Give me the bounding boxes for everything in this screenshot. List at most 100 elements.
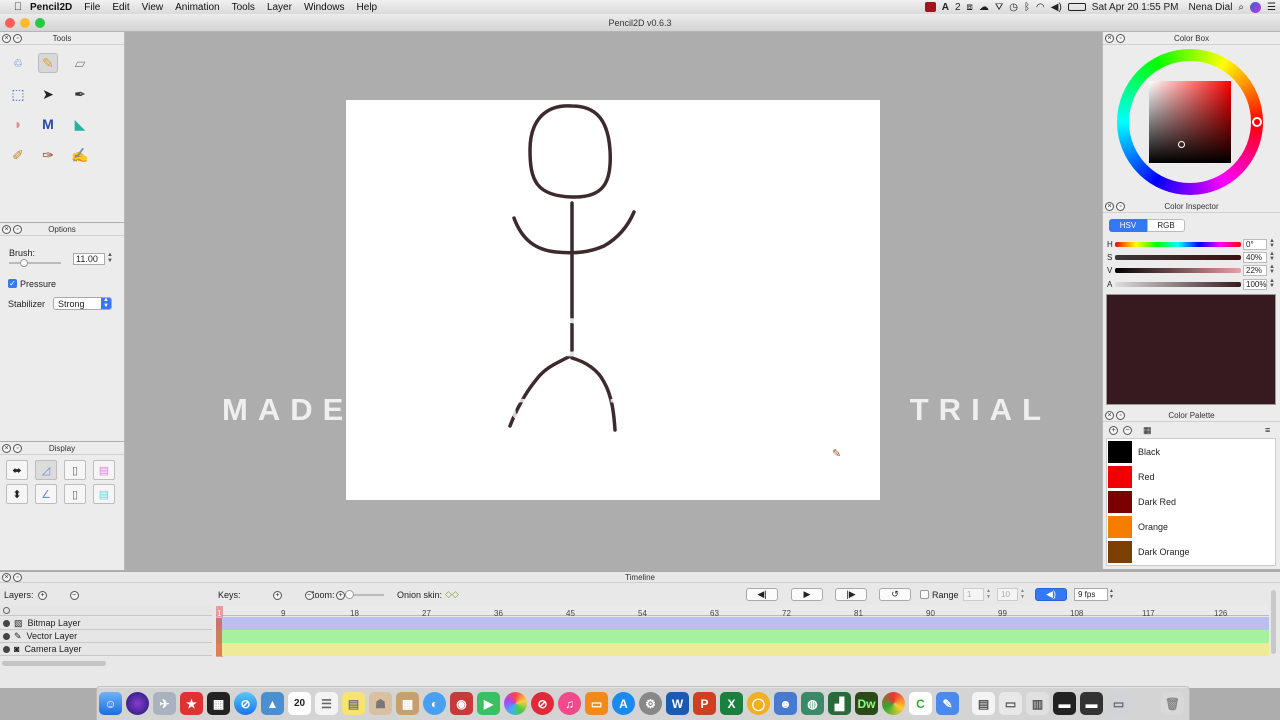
menu-windows[interactable]: Windows — [298, 2, 351, 13]
hue-stepper[interactable]: ▲ ▼ — [1269, 238, 1275, 249]
menu-tools[interactable]: Tools — [226, 2, 261, 13]
alpha-stepper[interactable]: ▲ ▼ — [1269, 278, 1275, 289]
bucket-tool-icon[interactable]: ◣ — [70, 114, 90, 134]
menu-help[interactable]: Help — [351, 2, 384, 13]
system-preferences-icon[interactable]: ⚙ — [639, 692, 662, 715]
range-start-input[interactable]: 1 — [963, 588, 984, 601]
panel-close-icon[interactable]: × — [2, 224, 11, 234]
apple-menu-icon[interactable]:  — [10, 0, 26, 14]
onion-next-icon[interactable]: ▯ — [64, 484, 86, 504]
play-icon[interactable]: ▶ — [791, 588, 823, 601]
layer-row-bitmap[interactable]: ▧ Bitmap Layer — [0, 617, 212, 630]
app-store-icon[interactable]: A — [612, 692, 635, 715]
remove-key-icon[interactable]: − — [304, 591, 314, 600]
reminders-icon[interactable]: ☰ — [315, 692, 338, 715]
menu-view[interactable]: View — [136, 2, 170, 13]
alpha-value[interactable]: 100% — [1243, 279, 1267, 290]
range-checkbox[interactable] — [920, 590, 929, 599]
document-icon[interactable]: ▤ — [972, 692, 995, 715]
panel-float-icon[interactable]: ◦ — [13, 443, 22, 453]
battery-icon[interactable] — [1067, 3, 1086, 11]
wifi-icon[interactable]: ◠ — [1036, 2, 1045, 13]
safari-icon[interactable]: ⊘ — [234, 692, 257, 715]
frame-ruler[interactable] — [216, 605, 1269, 616]
zoom-window-button[interactable] — [35, 18, 45, 28]
excel-icon[interactable]: X — [720, 692, 743, 715]
finder-icon[interactable]: ☺ — [99, 692, 122, 715]
books-icon[interactable]: ▭ — [585, 692, 608, 715]
clock-text[interactable]: Sat Apr 20 1:55 PM — [1092, 2, 1179, 13]
keyframe-frame-1[interactable] — [216, 618, 222, 656]
brush-size-input[interactable]: 11.00 — [73, 253, 105, 265]
onion-prev-icon[interactable]: ▯ — [64, 460, 86, 480]
palette-item[interactable]: Red — [1108, 465, 1276, 489]
dreamweaver-icon[interactable]: Dw — [855, 692, 878, 715]
sv-picker-handle[interactable] — [1178, 141, 1185, 148]
camtasia-icon[interactable]: C — [909, 692, 932, 715]
menu-app-name[interactable]: Pencil2D — [26, 2, 78, 13]
hue-value[interactable]: 0° — [1243, 239, 1267, 250]
layer-row-vector[interactable]: ✎ Vector Layer — [0, 630, 212, 643]
saturation-slider[interactable] — [1115, 255, 1241, 260]
menu-layer[interactable]: Layer — [261, 2, 298, 13]
value-stepper[interactable]: ▲ ▼ — [1269, 264, 1275, 275]
layer-track-bitmap[interactable] — [216, 617, 1269, 630]
visibility-icon[interactable] — [3, 632, 10, 640]
outlines-icon[interactable]: ◿ — [35, 460, 57, 480]
news-icon[interactable]: ⊘ — [531, 692, 554, 715]
clear-tool-icon[interactable]: ♲ — [8, 53, 28, 73]
saturation-value[interactable]: 40% — [1243, 252, 1267, 263]
panel-close-icon[interactable]: × — [1105, 410, 1114, 420]
panel-float-icon[interactable]: ◦ — [1116, 33, 1125, 43]
select-tool-icon[interactable]: ⬚ — [8, 84, 28, 104]
minimize-window-button[interactable] — [20, 18, 30, 28]
chrome-icon[interactable] — [882, 692, 905, 715]
user-name[interactable]: Nena Dial — [1189, 2, 1233, 13]
eraser-tool-icon[interactable]: ▱ — [70, 53, 90, 73]
bluetooth-icon[interactable]: ᛒ — [1024, 2, 1030, 13]
tab-rgb[interactable]: RGB — [1147, 219, 1185, 232]
brush-tool-icon[interactable]: ✑ — [38, 145, 58, 165]
panel-close-icon[interactable]: × — [1105, 33, 1114, 43]
layer-track-vector[interactable] — [216, 630, 1269, 643]
menu-animation[interactable]: Animation — [169, 2, 225, 13]
range-end-stepper[interactable]: ▲ ▼ — [1020, 588, 1025, 600]
layer-track-camera[interactable] — [216, 643, 1269, 656]
powerpoint-icon[interactable]: P — [693, 692, 716, 715]
trash-icon[interactable]: 🗑 — [1161, 692, 1184, 715]
notification-center-icon[interactable]: ☰ — [1267, 2, 1276, 13]
range-start-stepper[interactable]: ▲ ▼ — [986, 588, 991, 600]
stabilizer-select[interactable]: Strong ▲ ▼ — [53, 297, 112, 310]
folder-stack-icon[interactable]: ▥ — [1026, 692, 1049, 715]
add-key-icon[interactable]: + — [273, 591, 283, 600]
tab-hsv[interactable]: HSV — [1109, 219, 1147, 232]
siri-icon[interactable] — [1250, 1, 1262, 13]
next-frame-icon[interactable]: |▶ — [835, 588, 867, 601]
app-window-icon[interactable]: ▬ — [1080, 692, 1103, 715]
panel-close-icon[interactable]: × — [2, 33, 11, 43]
sketch-icon[interactable]: ◯ — [747, 692, 770, 715]
photo-booth-icon[interactable]: ◉ — [450, 692, 473, 715]
layer-row-camera[interactable]: ◙ Camera Layer — [0, 643, 212, 656]
pressure-checkbox[interactable]: ✓ — [8, 279, 17, 288]
pencil-tool-icon[interactable]: ✎ — [38, 53, 58, 73]
panel-close-icon[interactable]: × — [2, 572, 11, 582]
hand-tool-icon[interactable]: ◗ — [8, 114, 28, 134]
stickies-icon[interactable]: ▦ — [396, 692, 419, 715]
saturation-stepper[interactable]: ▲ ▼ — [1269, 251, 1275, 262]
onion-skin-icon[interactable]: ◇◇ — [445, 589, 459, 600]
duplicate-key-icon[interactable]: + — [336, 591, 346, 600]
polyline-tool-icon[interactable]: M — [38, 114, 58, 134]
terminal-window-icon[interactable]: ▬ — [1053, 692, 1076, 715]
add-layer-icon[interactable]: + — [38, 591, 47, 600]
music-icon[interactable]: ♫ — [558, 692, 581, 715]
panel-close-icon[interactable]: × — [2, 443, 11, 453]
fps-input[interactable]: 9 fps — [1074, 588, 1108, 601]
alpha-slider[interactable] — [1115, 282, 1241, 287]
pencil2d-icon[interactable]: ✎ — [936, 692, 959, 715]
window-thumbnail-icon[interactable]: ▭ — [1107, 692, 1130, 715]
notes-icon[interactable]: ▤ — [342, 692, 365, 715]
palette-item[interactable]: Dark Red — [1108, 490, 1276, 514]
mission-control-icon[interactable]: ▦ — [207, 692, 230, 715]
hue-picker-handle[interactable] — [1252, 117, 1262, 127]
